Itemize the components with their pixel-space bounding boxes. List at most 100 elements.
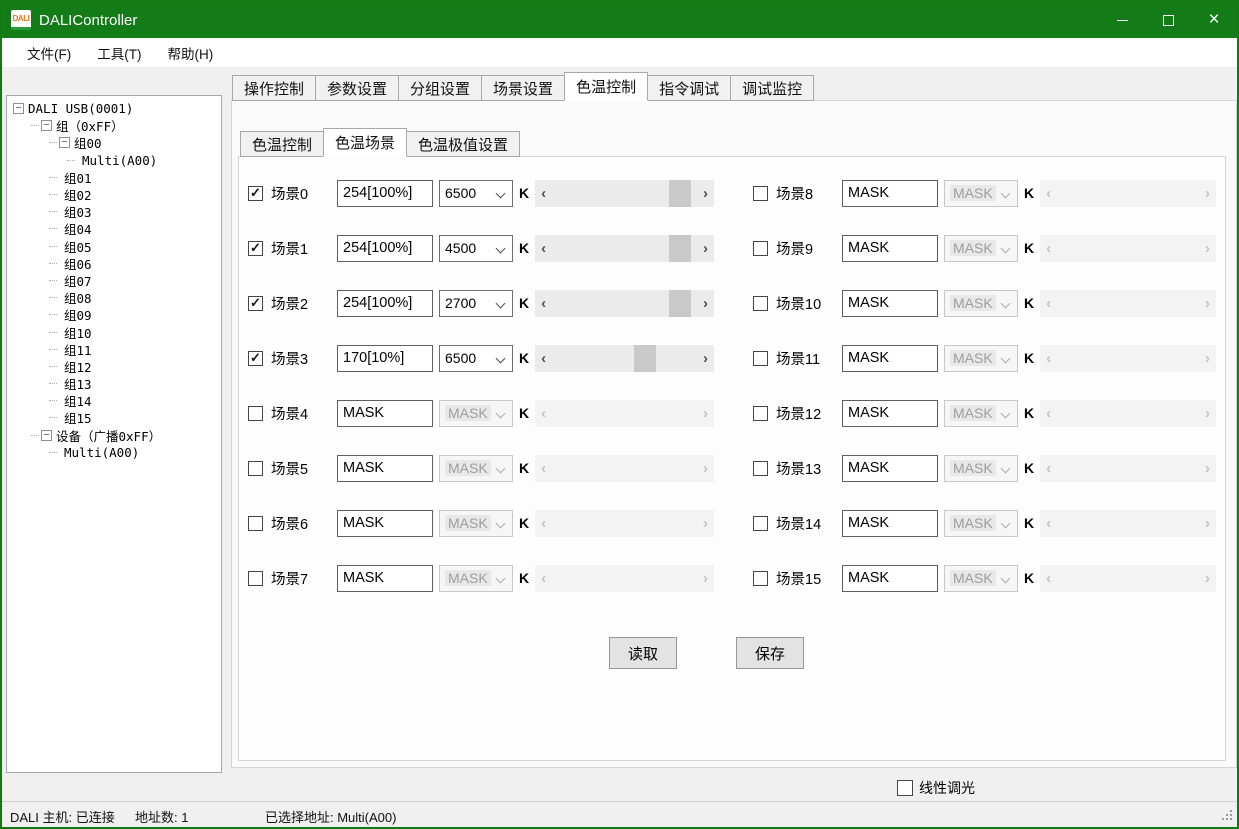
resize-grip[interactable]: [1220, 810, 1232, 822]
scene-temp-select[interactable]: MASK: [944, 510, 1018, 537]
scroll-left-icon[interactable]: ‹: [535, 510, 552, 537]
scene-temp-select[interactable]: MASK: [944, 345, 1018, 372]
scene-level-input[interactable]: [842, 235, 938, 262]
scroll-right-icon[interactable]: ›: [1199, 565, 1216, 592]
main-tab[interactable]: 场景设置: [481, 75, 565, 101]
scene-checkbox[interactable]: [753, 461, 768, 476]
menu-item[interactable]: 帮助(H): [155, 38, 227, 67]
tree-item[interactable]: − 设备（广播0xFF）: [7, 427, 221, 444]
sub-tab[interactable]: 色温场景: [323, 128, 407, 157]
scene-level-input[interactable]: [337, 180, 433, 207]
scene-checkbox[interactable]: [753, 516, 768, 531]
tree-item[interactable]: 组06: [7, 255, 221, 272]
scene-temp-select[interactable]: 4500: [439, 235, 513, 262]
scroll-right-icon[interactable]: ›: [697, 565, 714, 592]
tree-item[interactable]: 组13: [7, 375, 221, 392]
main-tab[interactable]: 分组设置: [398, 75, 482, 101]
tree-expander-icon[interactable]: −: [13, 103, 24, 114]
scene-level-input[interactable]: [337, 400, 433, 427]
tree-item[interactable]: 组12: [7, 358, 221, 375]
tree-item[interactable]: − 组00: [7, 134, 221, 151]
scene-temp-select[interactable]: 6500: [439, 180, 513, 207]
scroll-right-icon[interactable]: ›: [1199, 345, 1216, 372]
scroll-left-icon[interactable]: ‹: [535, 565, 552, 592]
scene-checkbox[interactable]: [753, 186, 768, 201]
scene-level-input[interactable]: [842, 455, 938, 482]
scroll-left-icon[interactable]: ‹: [1040, 565, 1057, 592]
tree-item[interactable]: 组15: [7, 409, 221, 426]
scroll-left-icon[interactable]: ‹: [1040, 345, 1057, 372]
scene-checkbox[interactable]: [753, 351, 768, 366]
temp-scrollbar[interactable]: ‹ ›: [1040, 345, 1216, 372]
tree-item[interactable]: 组07: [7, 272, 221, 289]
tree-item[interactable]: 组09: [7, 306, 221, 323]
scene-level-input[interactable]: [842, 565, 938, 592]
main-tab[interactable]: 色温控制: [564, 72, 648, 101]
tree-expander-icon[interactable]: −: [41, 430, 52, 441]
temp-scrollbar[interactable]: ‹ ›: [1040, 180, 1216, 207]
tree-item[interactable]: 组05: [7, 238, 221, 255]
scene-temp-select[interactable]: MASK: [944, 455, 1018, 482]
scene-checkbox[interactable]: [753, 571, 768, 586]
scroll-left-icon[interactable]: ‹: [1040, 180, 1057, 207]
scroll-right-icon[interactable]: ›: [697, 235, 714, 262]
scene-checkbox[interactable]: ✓: [248, 241, 263, 256]
menu-item[interactable]: 工具(T): [84, 38, 154, 67]
menu-item[interactable]: 文件(F): [14, 38, 84, 67]
scroll-right-icon[interactable]: ›: [1199, 510, 1216, 537]
scroll-left-icon[interactable]: ‹: [535, 235, 552, 262]
tree-expander-icon[interactable]: −: [41, 120, 52, 131]
temp-scrollbar[interactable]: ‹ ›: [535, 345, 714, 372]
minimize-button[interactable]: [1099, 2, 1145, 38]
tree-item[interactable]: 组11: [7, 341, 221, 358]
scene-level-input[interactable]: [842, 345, 938, 372]
scroll-left-icon[interactable]: ‹: [535, 400, 552, 427]
main-tab[interactable]: 操作控制: [232, 75, 316, 101]
scene-checkbox[interactable]: ✓: [248, 186, 263, 201]
temp-scrollbar[interactable]: ‹ ›: [1040, 235, 1216, 262]
tree-item[interactable]: − 组（0xFF）: [7, 117, 221, 134]
scene-checkbox[interactable]: ✓: [248, 351, 263, 366]
scene-level-input[interactable]: [337, 455, 433, 482]
scene-temp-select[interactable]: MASK: [439, 565, 513, 592]
temp-scrollbar[interactable]: ‹ ›: [535, 400, 714, 427]
main-tab[interactable]: 调试监控: [730, 75, 814, 101]
scene-level-input[interactable]: [842, 400, 938, 427]
tree-item[interactable]: 组04: [7, 220, 221, 237]
temp-scrollbar[interactable]: ‹ ›: [535, 565, 714, 592]
scroll-right-icon[interactable]: ›: [1199, 235, 1216, 262]
save-button[interactable]: 保存: [736, 637, 804, 669]
temp-scrollbar[interactable]: ‹ ›: [535, 235, 714, 262]
scroll-thumb[interactable]: [669, 290, 691, 317]
scroll-left-icon[interactable]: ‹: [1040, 455, 1057, 482]
scroll-right-icon[interactable]: ›: [1199, 290, 1216, 317]
sub-tab[interactable]: 色温控制: [240, 131, 324, 157]
scene-temp-select[interactable]: MASK: [439, 510, 513, 537]
scroll-thumb[interactable]: [669, 180, 691, 207]
scroll-right-icon[interactable]: ›: [1199, 180, 1216, 207]
scene-checkbox[interactable]: [248, 461, 263, 476]
scroll-left-icon[interactable]: ‹: [1040, 510, 1057, 537]
scene-level-input[interactable]: [337, 565, 433, 592]
scroll-right-icon[interactable]: ›: [697, 290, 714, 317]
scroll-right-icon[interactable]: ›: [697, 455, 714, 482]
sub-tab[interactable]: 色温极值设置: [406, 131, 520, 157]
scene-level-input[interactable]: [842, 180, 938, 207]
scene-temp-select[interactable]: MASK: [944, 180, 1018, 207]
scene-temp-select[interactable]: 2700: [439, 290, 513, 317]
temp-scrollbar[interactable]: ‹ ›: [1040, 565, 1216, 592]
scroll-left-icon[interactable]: ‹: [1040, 290, 1057, 317]
maximize-button[interactable]: [1145, 2, 1191, 38]
scene-checkbox[interactable]: [248, 406, 263, 421]
tree-item[interactable]: 组03: [7, 203, 221, 220]
scroll-right-icon[interactable]: ›: [697, 345, 714, 372]
scene-temp-select[interactable]: MASK: [944, 290, 1018, 317]
tree-item[interactable]: − DALI USB(0001): [7, 100, 221, 117]
scroll-right-icon[interactable]: ›: [697, 510, 714, 537]
scene-level-input[interactable]: [842, 510, 938, 537]
scroll-left-icon[interactable]: ‹: [1040, 235, 1057, 262]
scene-level-input[interactable]: [337, 345, 433, 372]
main-tab[interactable]: 参数设置: [315, 75, 399, 101]
scene-checkbox[interactable]: [753, 241, 768, 256]
scroll-left-icon[interactable]: ‹: [535, 345, 552, 372]
